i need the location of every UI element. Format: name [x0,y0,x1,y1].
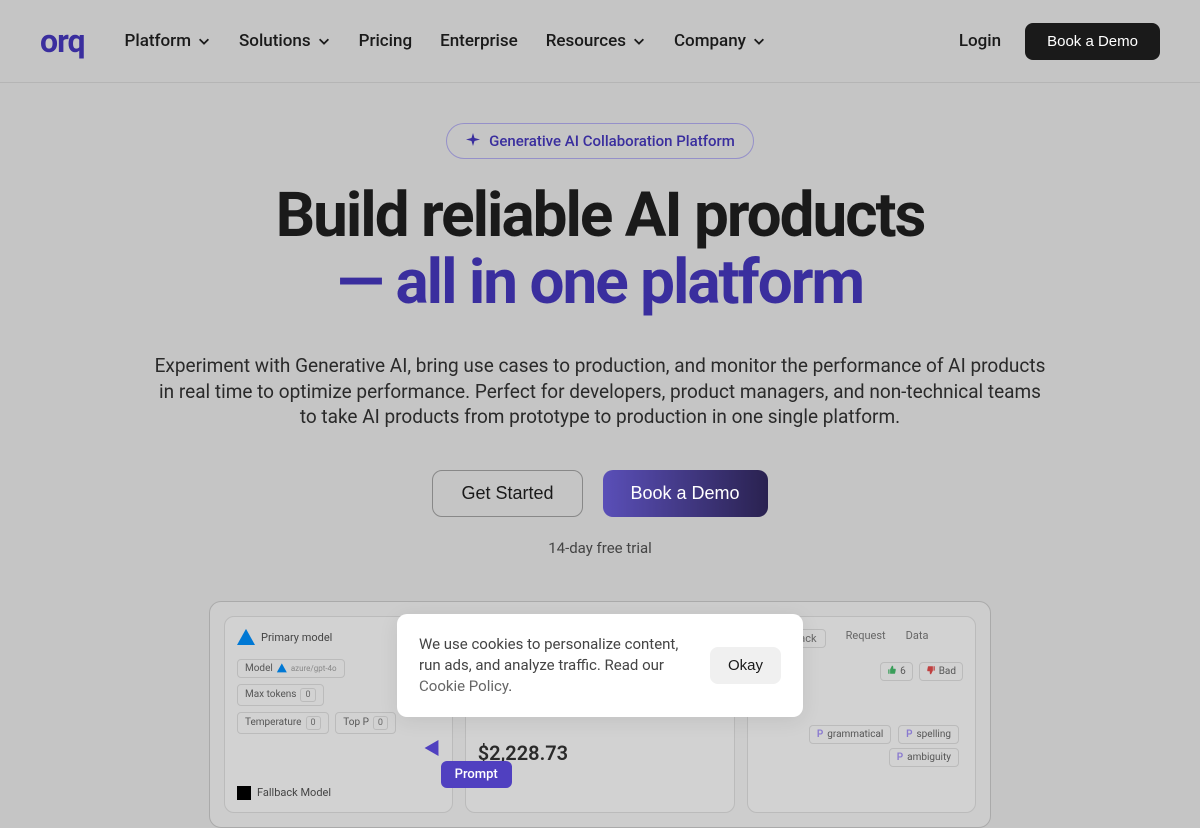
cursor-arrow-icon [424,740,445,760]
nav-enterprise[interactable]: Enterprise [440,31,518,51]
nav-platform-label: Platform [125,31,191,51]
max-tokens-label: Max tokens [245,689,296,700]
headline: Build reliable AI products — all in one … [0,183,1200,317]
azure-mini-icon [277,663,287,673]
main-nav: Platform Solutions Pricing Enterprise Re… [125,31,766,51]
fallback-model-row: Fallback Model [237,786,440,800]
tagline-pill: Generative AI Collaboration Platform [446,123,754,159]
anthropic-icon [237,786,251,800]
tag-ambiguity: P ambiguity [889,748,959,767]
nav-platform[interactable]: Platform [125,31,211,51]
headline-line2: — all in one platform [0,250,1200,317]
header-right: Login Book a Demo [959,23,1160,60]
trial-text: 14-day free trial [0,539,1200,557]
nav-resources-label: Resources [546,31,626,51]
chevron-down-icon [632,34,646,48]
model-value: azure/gpt-4o [291,664,337,673]
tab-data[interactable]: Data [906,629,929,648]
logo[interactable]: orq [40,22,85,60]
prompt-badge: Prompt [441,761,512,788]
nav-pricing-label: Pricing [359,31,413,51]
max-tokens-value: 0 [300,688,315,702]
category-tags: P grammatical P spelling P ambiguity [760,725,963,771]
book-demo-hero-button[interactable]: Book a Demo [603,470,768,517]
top-p-label: Top P [343,717,369,728]
cookie-banner: We use cookies to personalize content, r… [397,614,803,717]
top-p-tag: Top P 0 [335,712,396,734]
p-icon: P [906,729,912,740]
tag-spelling: P spelling [898,725,959,744]
cookie-period: . [508,677,512,695]
cta-row: Get Started Book a Demo [0,470,1200,517]
cost-value: $2,228.73 [478,741,723,765]
temperature-tag: Temperature 0 [237,712,329,734]
fallback-label: Fallback Model [257,786,331,799]
header-left: orq Platform Solutions Pricing Enterpris… [40,22,766,60]
primary-model-label: Primary model [261,631,332,644]
chevron-down-icon [317,34,331,48]
thumb-up-icon [887,665,897,678]
model-tag-label: Model [245,663,273,674]
chevron-down-icon [197,34,211,48]
p-icon: P [897,752,903,763]
nav-company-label: Company [674,31,746,51]
good-rating: 6 [880,662,913,681]
good-value: 6 [900,666,906,677]
sparkle-icon [465,133,481,149]
login-link[interactable]: Login [959,31,1001,51]
bad-rating: Bad [919,662,963,681]
cookie-message: We use cookies to personalize content, r… [419,635,678,674]
temperature-value: 0 [306,716,321,730]
cookie-okay-button[interactable]: Okay [710,647,781,684]
grammatical-label: grammatical [827,729,883,740]
max-tokens-tag: Max tokens 0 [237,684,324,706]
model-tag: Model azure/gpt-4o [237,659,345,678]
ambiguity-label: ambiguity [907,752,951,763]
bad-label: Bad [939,666,956,677]
nav-resources[interactable]: Resources [546,31,646,51]
nav-enterprise-label: Enterprise [440,31,518,51]
tag-grammatical: P grammatical [809,725,891,744]
tab-request[interactable]: Request [846,629,886,648]
prompt-cursor: Prompt [441,761,512,788]
chevron-down-icon [752,34,766,48]
headline-line1: Build reliable AI products [276,179,925,252]
nav-company[interactable]: Company [674,31,766,51]
top-p-value: 0 [373,716,388,730]
nav-solutions-label: Solutions [239,31,311,51]
header: orq Platform Solutions Pricing Enterpris… [0,0,1200,83]
nav-pricing[interactable]: Pricing [359,31,413,51]
book-demo-button[interactable]: Book a Demo [1025,23,1160,60]
cookie-policy-link[interactable]: Cookie Policy [419,677,508,695]
hero-subtext: Experiment with Generative AI, bring use… [150,353,1050,430]
tagline-text: Generative AI Collaboration Platform [489,132,735,150]
thumb-down-icon [926,665,936,678]
azure-icon [237,629,255,647]
spelling-label: spelling [916,729,951,740]
nav-solutions[interactable]: Solutions [239,31,331,51]
cookie-text: We use cookies to personalize content, r… [419,634,694,697]
temperature-label: Temperature [245,717,302,728]
p-icon: P [817,729,823,740]
get-started-button[interactable]: Get Started [432,470,582,517]
